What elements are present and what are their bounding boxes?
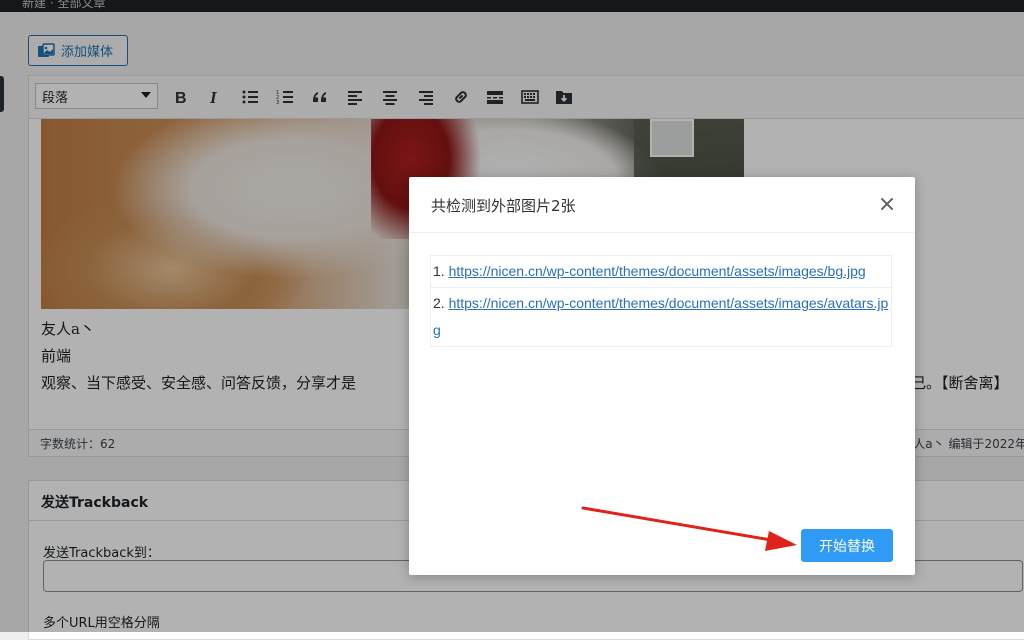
dialog-header: 共检测到外部图片2张 <box>409 177 915 233</box>
start-replace-button[interactable]: 开始替换 <box>801 529 893 562</box>
dialog-title: 共检测到外部图片2张 <box>431 197 576 215</box>
list-item: 1. https://nicen.cn/wp-content/themes/do… <box>430 255 892 288</box>
close-icon[interactable] <box>877 194 897 214</box>
list-item: 2. https://nicen.cn/wp-content/themes/do… <box>430 288 892 347</box>
item-index: 2. <box>433 295 445 311</box>
image-url-link[interactable]: https://nicen.cn/wp-content/themes/docum… <box>449 263 866 279</box>
image-url-link[interactable]: https://nicen.cn/wp-content/themes/docum… <box>433 295 888 338</box>
external-images-dialog: 共检测到外部图片2张 1. https://nicen.cn/wp-conten… <box>409 177 915 575</box>
external-image-list: 1. https://nicen.cn/wp-content/themes/do… <box>430 255 892 347</box>
item-index: 1. <box>433 263 445 279</box>
